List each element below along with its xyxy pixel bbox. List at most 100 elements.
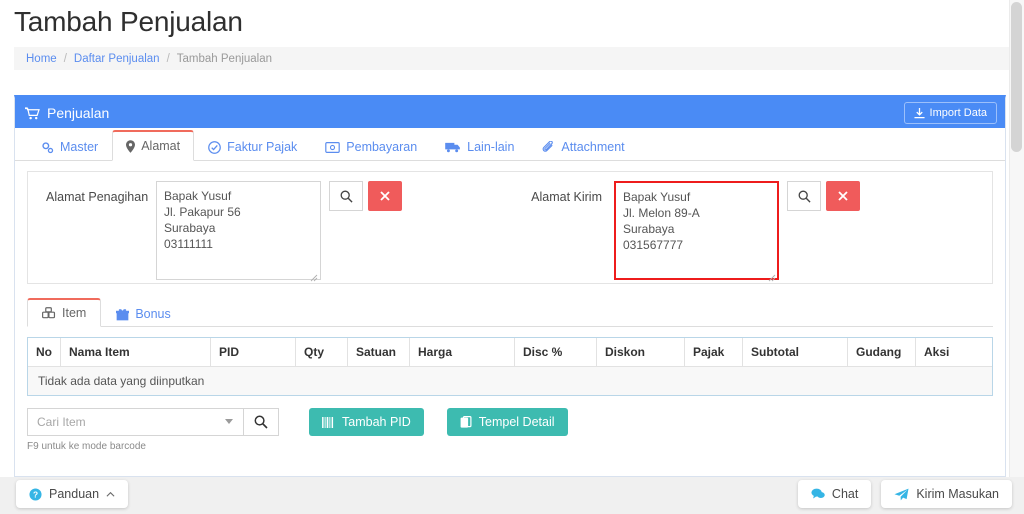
page-title: Tambah Penjualan (14, 6, 243, 37)
billing-address-textarea[interactable] (156, 181, 321, 280)
item-tab-bar: Item Bonus (27, 296, 993, 327)
column-disc-pct: Disc % (514, 338, 597, 367)
chevron-up-icon (106, 491, 115, 498)
panduan-button[interactable]: ? Panduan (16, 480, 129, 508)
panel-header: Penjualan Import Data (15, 98, 1005, 128)
tab-alamat[interactable]: Alamat (112, 130, 195, 161)
billing-address-field-wrap (156, 181, 321, 285)
breadcrumb-daftar-penjualan[interactable]: Daftar Penjualan (74, 53, 160, 65)
tab-master-label: Master (60, 140, 99, 154)
footer-right: Chat Kirim Masukan (797, 480, 1012, 508)
page-scrollbar[interactable] (1009, 0, 1024, 477)
tab-item-label: Item (62, 306, 87, 320)
tambah-pid-label: Tambah PID (342, 415, 411, 429)
tempel-detail-button[interactable]: Tempel Detail (446, 408, 568, 436)
paperclip-icon (542, 140, 555, 154)
column-no: No (28, 338, 61, 367)
kirim-masukan-label: Kirim Masukan (916, 487, 999, 501)
footer-bar: ? Panduan Chat Kirim Masukan (0, 477, 1024, 514)
caret-down-icon[interactable] (225, 419, 233, 424)
tab-bonus-label: Bonus (135, 307, 171, 321)
column-aksi: Aksi (915, 338, 992, 367)
check-circle-icon (208, 140, 221, 154)
item-search-button[interactable] (243, 408, 279, 436)
items-table-header-row: No Nama Item PID Qty Satuan Harga Disc %… (28, 338, 992, 367)
times-icon (380, 191, 390, 201)
items-table: No Nama Item PID Qty Satuan Harga Disc %… (28, 338, 992, 395)
tab-faktur-pajak-label: Faktur Pajak (227, 140, 298, 154)
item-search-combo (27, 408, 279, 436)
scrollbar-thumb[interactable] (1011, 2, 1022, 152)
billing-address-label: Alamat Penagihan (46, 190, 149, 204)
shipping-address-field-wrap (614, 181, 779, 285)
items-table-wrap: No Nama Item PID Qty Satuan Harga Disc %… (27, 337, 993, 396)
question-circle-icon: ? (29, 487, 42, 501)
tab-attachment[interactable]: Attachment (528, 132, 638, 161)
shipping-address-textarea[interactable] (614, 181, 779, 280)
download-icon (913, 107, 925, 119)
panel-title-text: Penjualan (47, 105, 110, 121)
tab-item[interactable]: Item (27, 298, 102, 327)
shipping-address-group: Alamat Kirim (504, 181, 860, 285)
penjualan-panel: Penjualan Import Data Master Alamat Fakt… (14, 95, 1006, 477)
app-page: Tambah Penjualan Home / Daftar Penjualan… (0, 0, 1024, 514)
breadcrumb: Home / Daftar Penjualan / Tambah Penjual… (14, 47, 1010, 70)
tambah-pid-button[interactable]: Tambah PID (309, 408, 424, 436)
column-nama-item: Nama Item (60, 338, 211, 367)
column-satuan: Satuan (347, 338, 410, 367)
gift-icon (116, 308, 130, 321)
shipping-address-buttons (787, 181, 860, 211)
cubes-icon (42, 307, 56, 319)
billing-address-buttons (329, 181, 402, 211)
tab-faktur-pajak[interactable]: Faktur Pajak (194, 132, 311, 161)
barcode-icon (322, 416, 335, 428)
address-section: Alamat Penagihan Bapak Yusuf Jl. Pakapur… (27, 171, 993, 284)
chat-button[interactable]: Chat (797, 480, 872, 508)
tab-pembayaran-label: Pembayaran (346, 140, 418, 154)
times-icon (838, 191, 848, 201)
shipping-address-search-button[interactable] (787, 181, 821, 211)
table-empty-message: Tidak ada data yang diinputkan (28, 366, 992, 395)
search-icon (798, 190, 811, 203)
billing-address-search-button[interactable] (329, 181, 363, 211)
column-qty: Qty (295, 338, 348, 367)
shipping-address-label: Alamat Kirim (531, 190, 602, 204)
item-search-group: F9 untuk ke mode barcode (27, 408, 279, 452)
column-pid: PID (210, 338, 296, 367)
column-pajak: Pajak (684, 338, 743, 367)
breadcrumb-current: Tambah Penjualan (176, 52, 273, 65)
column-subtotal: Subtotal (742, 338, 848, 367)
panduan-label: Panduan (49, 487, 100, 501)
tab-pembayaran[interactable]: Pembayaran (311, 132, 431, 161)
kirim-masukan-button[interactable]: Kirim Masukan (881, 480, 1012, 508)
comments-icon (811, 488, 825, 500)
tab-lain-lain-label: Lain-lain (467, 140, 515, 154)
import-data-button[interactable]: Import Data (903, 102, 997, 124)
search-icon (340, 190, 353, 203)
barcode-hint: F9 untuk ke mode barcode (27, 441, 146, 452)
import-data-label: Import Data (929, 107, 987, 119)
item-controls: F9 untuk ke mode barcode Tambah PID Temp… (27, 408, 993, 452)
shipping-address-clear-button[interactable] (826, 181, 860, 211)
tab-lain-lain[interactable]: Lain-lain (431, 132, 528, 161)
table-row: Tidak ada data yang diinputkan (28, 366, 992, 395)
billing-address-clear-button[interactable] (368, 181, 402, 211)
truck-icon (445, 142, 461, 153)
search-input[interactable] (27, 408, 243, 436)
breadcrumb-home[interactable]: Home (26, 53, 57, 65)
map-marker-icon (126, 139, 136, 153)
shopping-cart-icon (25, 106, 40, 120)
column-diskon: Diskon (596, 338, 685, 367)
footer-left: ? Panduan (16, 480, 129, 508)
svg-text:?: ? (33, 489, 38, 499)
panel-title-group: Penjualan (25, 105, 109, 121)
tab-master[interactable]: Master (27, 132, 112, 161)
main-tab-bar: Master Alamat Faktur Pajak Pembayaran La… (15, 128, 1005, 161)
tab-bonus[interactable]: Bonus (101, 300, 185, 327)
column-harga: Harga (409, 338, 515, 367)
column-gudang: Gudang (847, 338, 916, 367)
money-icon (325, 141, 341, 153)
gears-icon (41, 141, 54, 154)
billing-address-group: Alamat Penagihan (28, 181, 402, 285)
tab-alamat-label: Alamat (141, 139, 181, 153)
